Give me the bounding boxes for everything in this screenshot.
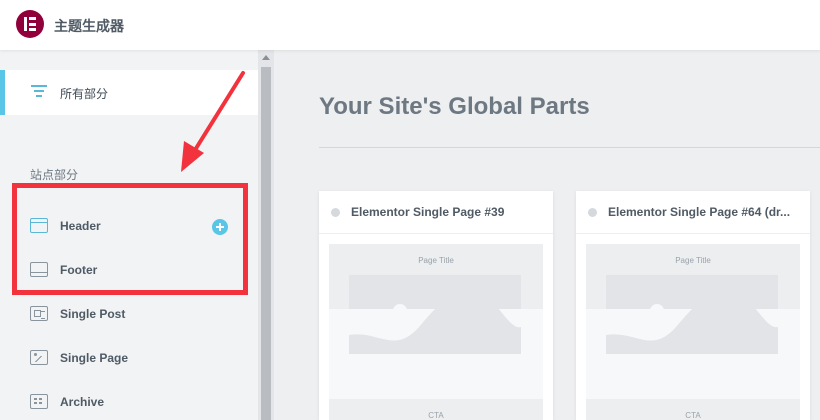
annotation-arrow <box>181 71 245 172</box>
